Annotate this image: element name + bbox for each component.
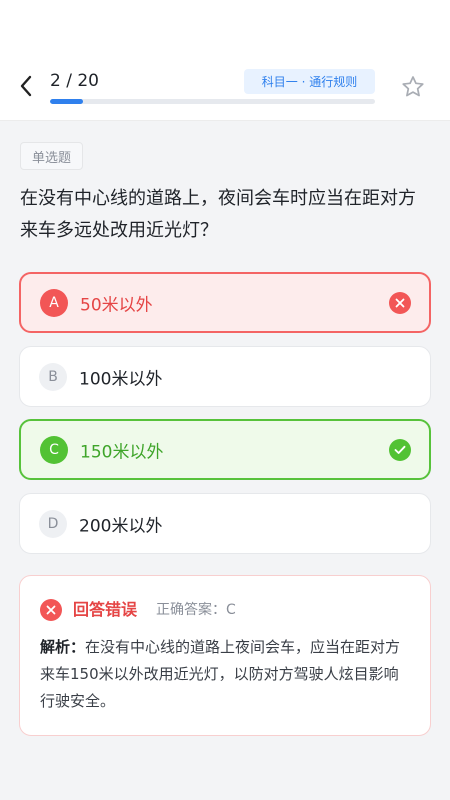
option-a[interactable]: A 50米以外 [19, 272, 431, 333]
option-text: 150米以外 [80, 442, 164, 462]
progress-bar-fill [50, 99, 83, 104]
progress-counter: 2 / 20 [50, 71, 99, 91]
result-title: 回答错误 [73, 600, 138, 619]
analysis-text: 解析：在没有中心线的道路上夜间会车，应当在距对方来车150米以外改用近光灯，以防… [40, 634, 412, 715]
option-letter: A [40, 288, 68, 317]
option-d[interactable]: D 200米以外 [19, 493, 431, 554]
correct-answer-text: 正确答案：C [156, 602, 236, 618]
star-outline-icon [402, 76, 424, 97]
option-letter: D [39, 509, 67, 538]
option-text: 100米以外 [79, 369, 163, 389]
answer-result-card: 回答错误 正确答案：C 解析：在没有中心线的道路上夜间会车，应当在距对方来车15… [19, 575, 431, 736]
option-c[interactable]: C 150米以外 [19, 419, 431, 480]
favorite-button[interactable] [398, 72, 428, 102]
correct-check-icon [389, 438, 411, 461]
option-b[interactable]: B 100米以外 [19, 346, 431, 407]
option-text: 50米以外 [80, 295, 153, 315]
question-text: 在没有中心线的道路上，夜间会车时应当在距对方来车多远处改用近光灯？ [20, 188, 416, 241]
wrong-x-icon [389, 291, 411, 314]
option-letter: B [39, 362, 67, 391]
question-type-badge: 单选题 [20, 142, 83, 170]
analysis-body: 在没有中心线的道路上夜间会车，应当在距对方来车150米以外改用近光灯，以防对方驾… [40, 638, 401, 710]
subject-tag: 科目一 · 通行规则 [244, 69, 375, 94]
top-bar: 2 / 20 科目一 · 通行规则 [0, 0, 450, 121]
wrong-x-icon [40, 599, 62, 621]
progress-bar [50, 99, 375, 104]
back-button[interactable] [12, 72, 40, 100]
chevron-left-icon [20, 75, 32, 97]
analysis-label: 解析： [40, 638, 86, 656]
option-text: 200米以外 [79, 516, 163, 536]
option-letter: C [40, 435, 68, 464]
